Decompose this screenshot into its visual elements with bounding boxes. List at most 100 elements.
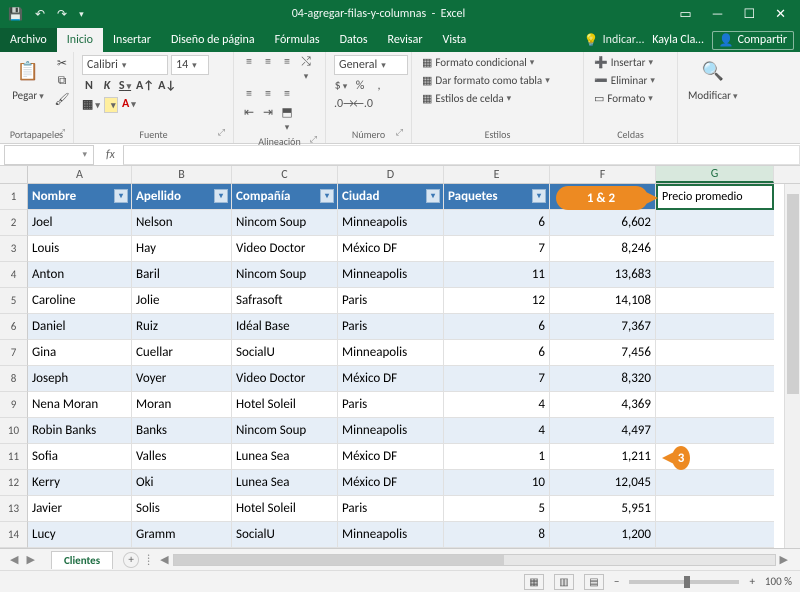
minimize-icon[interactable]: — [712, 7, 724, 22]
tell-me[interactable]: 💡 Indicar… [584, 33, 645, 48]
row-header[interactable]: 11 [0, 444, 28, 470]
row-header[interactable]: 7 [0, 340, 28, 366]
conditional-formatting-button[interactable]: ▦ Formato condicional [420, 55, 536, 70]
tab-file[interactable]: Archivo [0, 28, 57, 52]
row-header[interactable]: 13 [0, 496, 28, 522]
cell[interactable]: 1,200 [550, 522, 656, 548]
cell[interactable]: Valles [132, 444, 232, 470]
cell[interactable]: Joel [28, 210, 132, 236]
cell[interactable] [656, 288, 774, 314]
cell[interactable]: Robin Banks [28, 418, 132, 444]
align-right-icon[interactable]: ≡ [280, 87, 294, 101]
table-header-apellido[interactable]: Apellido▾ [132, 184, 232, 210]
cell[interactable]: México DF [338, 366, 444, 392]
ribbon-display-icon[interactable]: ▭ [679, 7, 691, 22]
row-header[interactable]: 14 [0, 522, 28, 548]
cell-styles-button[interactable]: ▦ Estilos de celda [420, 91, 513, 106]
page-layout-view-icon[interactable]: ▥ [554, 574, 574, 590]
cell[interactable]: Anton [28, 262, 132, 288]
decrease-decimal-icon[interactable]: ←.0 [353, 97, 367, 111]
col-header-d[interactable]: D [338, 166, 444, 183]
cell[interactable]: Voyer [132, 366, 232, 392]
cell[interactable]: Nincom Soup [232, 262, 338, 288]
cell[interactable]: Joseph [28, 366, 132, 392]
cell[interactable]: Nincom Soup [232, 418, 338, 444]
cell[interactable]: 12,045 [550, 470, 656, 496]
tab-datos[interactable]: Datos [330, 28, 378, 52]
cell[interactable]: 11 [444, 262, 550, 288]
cell[interactable]: Idéal Base [232, 314, 338, 340]
cell[interactable]: 4,497 [550, 418, 656, 444]
cell[interactable]: 7 [444, 366, 550, 392]
format-cells-button[interactable]: ▭ Formato [592, 91, 655, 106]
row-header[interactable]: 2 [0, 210, 28, 236]
border-button[interactable]: ▦ [82, 97, 100, 113]
copy-icon[interactable]: ⧉ [54, 73, 70, 89]
tab-revisar[interactable]: Revisar [378, 28, 433, 52]
share-button[interactable]: 👤 Compartir [712, 31, 794, 50]
cell[interactable]: Solis [132, 496, 232, 522]
cell[interactable]: Paris [338, 314, 444, 340]
hscroll-right-icon[interactable]: ▶ [776, 553, 792, 566]
col-header-b[interactable]: B [132, 166, 232, 183]
increase-decimal-icon[interactable]: .0→ [334, 97, 348, 111]
cell[interactable] [656, 366, 774, 392]
delete-cells-button[interactable]: ➖ Eliminar [592, 73, 657, 88]
maximize-icon[interactable]: ☐ [743, 7, 755, 22]
row-header[interactable]: 6 [0, 314, 28, 340]
cell[interactable]: 7 [444, 236, 550, 262]
cell[interactable]: 4 [444, 418, 550, 444]
cell[interactable]: Cuellar [132, 340, 232, 366]
merge-button[interactable]: ⬒ [280, 105, 294, 134]
format-painter-icon[interactable]: 🖌 [54, 91, 70, 107]
grow-font-icon[interactable]: A↑ [136, 79, 154, 93]
sheet-nav-prev-icon[interactable]: ◀ [10, 553, 18, 566]
italic-button[interactable]: K [100, 79, 114, 93]
cell[interactable]: Lunea Sea [232, 470, 338, 496]
cell[interactable]: 6 [444, 210, 550, 236]
cell[interactable]: Louis [28, 236, 132, 262]
row-header[interactable]: 8 [0, 366, 28, 392]
editing-button[interactable]: 🔍 Modificar [686, 55, 740, 102]
bold-button[interactable]: N [82, 79, 96, 93]
cell[interactable]: 4 [444, 392, 550, 418]
cell[interactable]: Ruiz [132, 314, 232, 340]
align-middle-icon[interactable]: ≡ [261, 55, 275, 83]
cell[interactable]: Minneapolis [338, 262, 444, 288]
cell[interactable]: Gina [28, 340, 132, 366]
font-name-combo[interactable]: Calibri▾ [82, 55, 168, 75]
filter-icon[interactable]: ▾ [114, 189, 128, 203]
cell[interactable]: Nincom Soup [232, 210, 338, 236]
formula-input[interactable] [123, 145, 800, 165]
align-top-icon[interactable]: ≡ [242, 55, 256, 83]
tab-inicio[interactable]: Inicio [57, 28, 103, 52]
table-header-ciudad[interactable]: Ciudad▾ [338, 184, 444, 210]
font-color-button[interactable]: A [122, 97, 136, 113]
cell[interactable]: Lucy [28, 522, 132, 548]
col-header-e[interactable]: E [444, 166, 550, 183]
font-size-combo[interactable]: 14▾ [171, 55, 209, 75]
align-left-icon[interactable]: ≡ [242, 87, 256, 101]
name-box[interactable]: ▾ [4, 145, 94, 165]
cell[interactable] [656, 314, 774, 340]
cell[interactable]: 1,211 [550, 444, 656, 470]
cell[interactable]: Paris [338, 288, 444, 314]
cell[interactable]: 1 [444, 444, 550, 470]
cell[interactable]: 14,108 [550, 288, 656, 314]
orientation-icon[interactable]: ⤭ [299, 55, 313, 83]
cell[interactable]: Hotel Soleil [232, 496, 338, 522]
row-header[interactable]: 5 [0, 288, 28, 314]
redo-icon[interactable]: ↷ [57, 7, 67, 22]
tab-vista[interactable]: Vista [433, 28, 477, 52]
save-icon[interactable]: 💾 [8, 7, 23, 22]
cell[interactable]: Jolie [132, 288, 232, 314]
sheet-nav-next-icon[interactable]: ▶ [26, 553, 34, 566]
cell[interactable]: 5,951 [550, 496, 656, 522]
row-header[interactable]: 3 [0, 236, 28, 262]
align-center-icon[interactable]: ≡ [261, 87, 275, 101]
shrink-font-icon[interactable]: A↓ [158, 79, 176, 93]
cell[interactable]: Baril [132, 262, 232, 288]
cell[interactable]: Javier [28, 496, 132, 522]
cell[interactable] [656, 418, 774, 444]
underline-button[interactable]: S [118, 79, 132, 93]
